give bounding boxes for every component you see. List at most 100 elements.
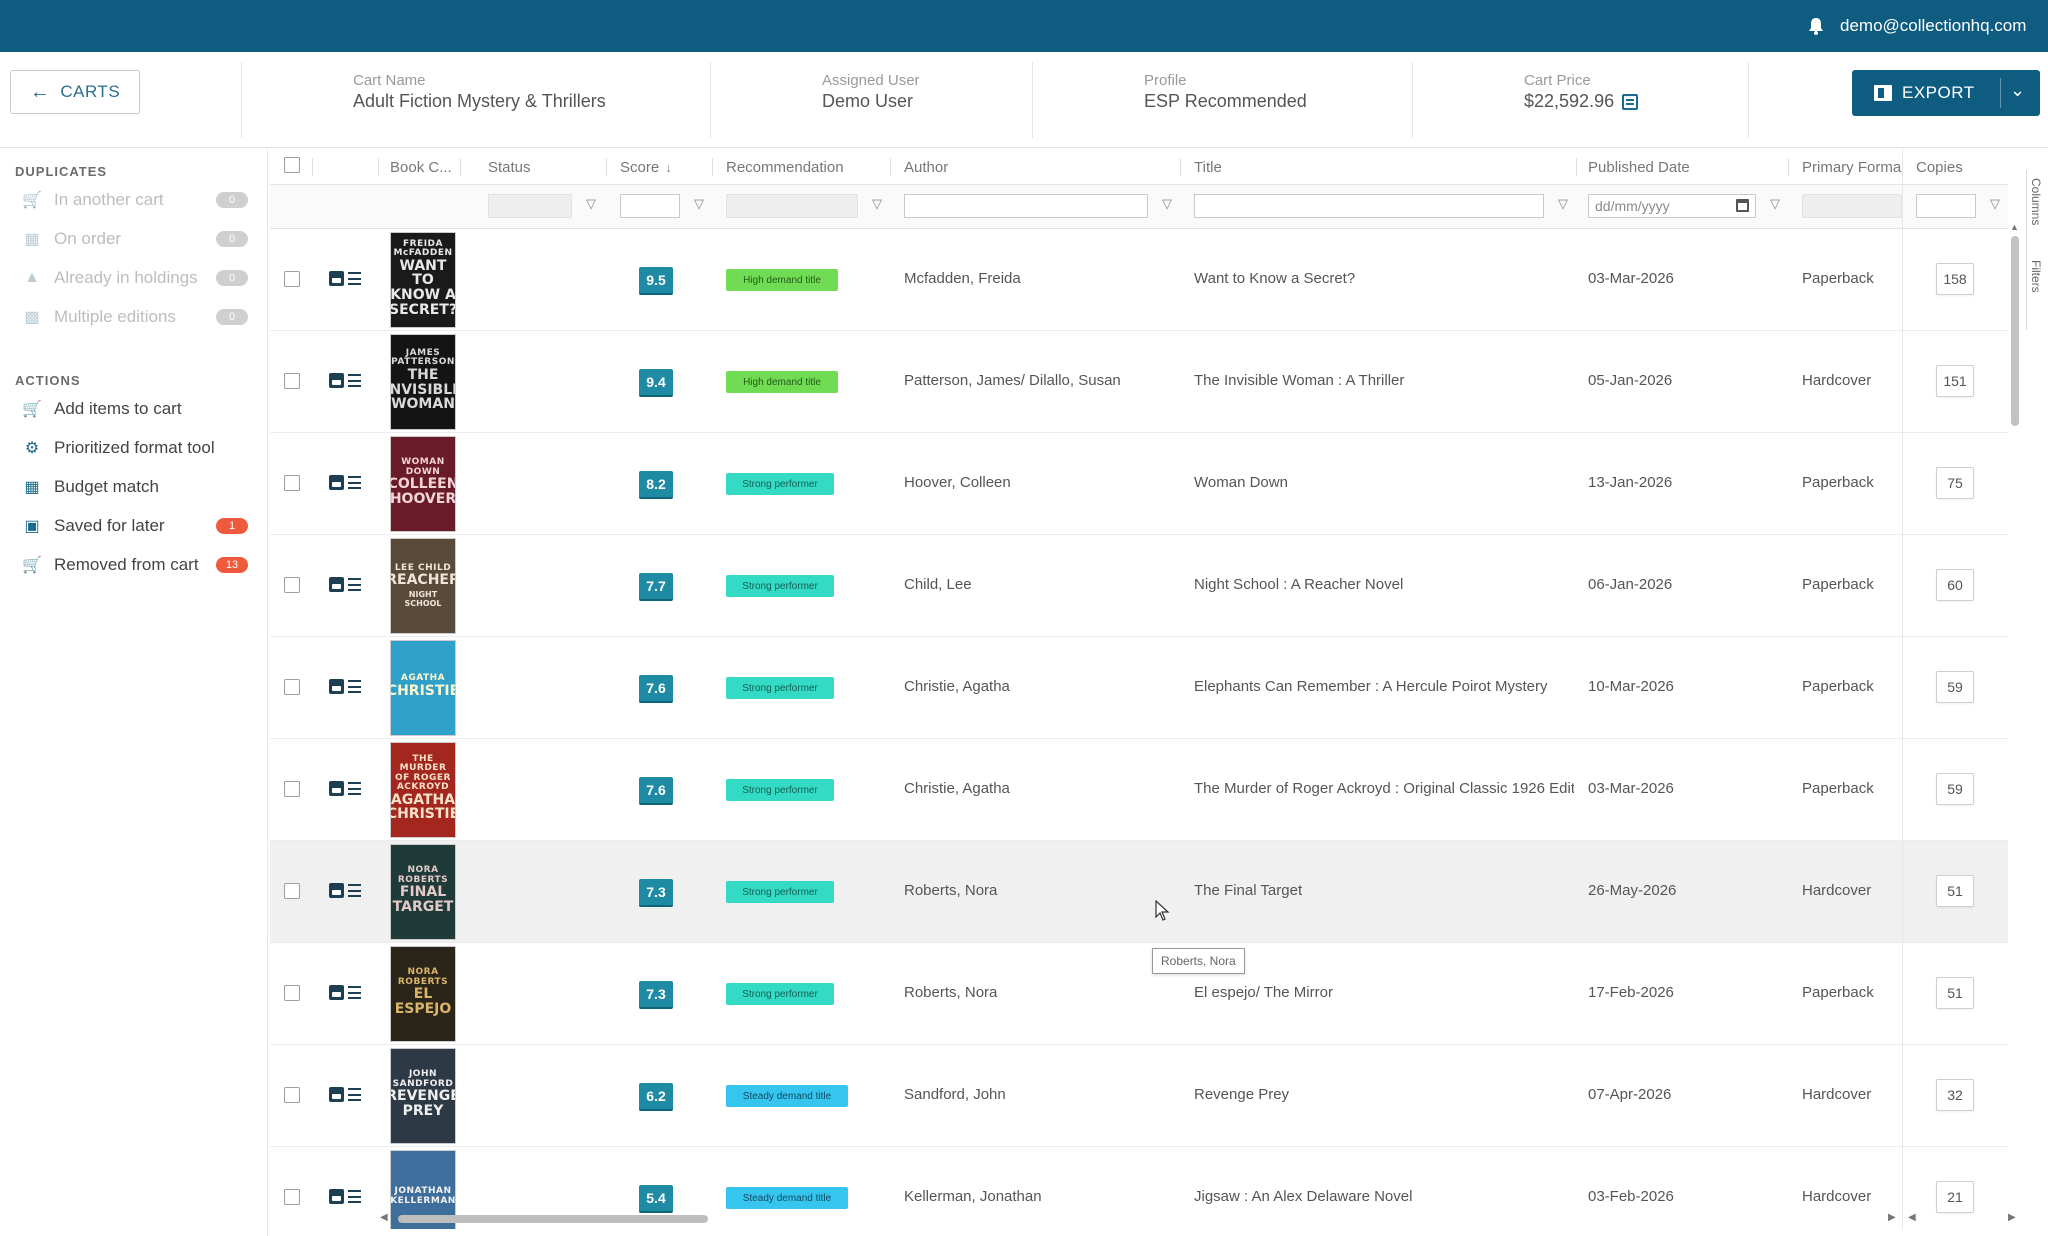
score-filter-input[interactable] xyxy=(620,194,680,218)
sidebar-item-budget-match[interactable]: ▦ Budget match xyxy=(22,472,248,502)
title-cell[interactable]: Night School : A Reacher Novel xyxy=(1194,576,1574,593)
copies-input[interactable]: 59 xyxy=(1936,671,1974,703)
row-checkbox[interactable] xyxy=(284,577,300,593)
title-cell[interactable]: Want to Know a Secret? xyxy=(1194,270,1574,287)
scroll-right-arrow-icon[interactable]: ▶ xyxy=(1888,1212,1896,1223)
item-details-icon[interactable] xyxy=(329,474,363,492)
filter-funnel-icon[interactable]: ▽ xyxy=(586,197,600,211)
author-cell[interactable]: Roberts, Nora xyxy=(904,984,1174,1001)
columns-tab[interactable]: Columns xyxy=(2029,178,2043,225)
book-cover[interactable]: FREIDA McFADDEN WANT TO KNOW A SECRET? xyxy=(390,232,456,328)
sidebar-item-on-order[interactable]: ▦ On order 0 xyxy=(22,224,248,254)
sort-descending-icon[interactable]: ↓ xyxy=(665,160,672,175)
copies-input[interactable]: 59 xyxy=(1936,773,1974,805)
chevron-down-icon[interactable]: ⌄ xyxy=(2010,80,2026,101)
author-cell[interactable]: Sandford, John xyxy=(904,1086,1174,1103)
vertical-scrollbar[interactable]: ▲ xyxy=(2008,222,2022,1220)
copies-input[interactable]: 158 xyxy=(1936,263,1974,295)
horizontal-scrollbar[interactable]: ◀ ▶ ◀ ▶ xyxy=(380,1212,2020,1226)
filter-funnel-icon[interactable]: ▽ xyxy=(1162,197,1176,211)
title-cell[interactable]: Elephants Can Remember : A Hercule Poiro… xyxy=(1194,678,1574,695)
user-email[interactable]: demo@collectionhq.com xyxy=(1840,16,2026,36)
bell-icon[interactable] xyxy=(1806,16,1826,36)
export-button[interactable]: EXPORT ⌄ xyxy=(1852,70,2040,116)
scroll-left-arrow-icon[interactable]: ◀ xyxy=(380,1212,388,1223)
vertical-scroll-thumb[interactable] xyxy=(2011,236,2019,426)
copies-filter-input[interactable] xyxy=(1916,194,1976,218)
author-cell[interactable]: Mcfadden, Freida xyxy=(904,270,1174,287)
copies-input[interactable]: 51 xyxy=(1936,875,1974,907)
row-checkbox[interactable] xyxy=(284,1189,300,1205)
title-cell[interactable]: El espejo/ The Mirror xyxy=(1194,984,1574,1001)
table-row[interactable]: LEE CHILD REACHER NIGHT SCHOOL 7.7 Stron… xyxy=(270,535,2008,637)
back-to-carts-button[interactable]: ← CARTS xyxy=(10,70,140,114)
sidebar-item-removed-from-cart[interactable]: 🛒 Removed from cart 13 xyxy=(22,550,248,580)
published-date-filter-input[interactable]: dd/mm/yyyy xyxy=(1588,194,1756,218)
copies-input[interactable]: 151 xyxy=(1936,365,1974,397)
author-cell[interactable]: Roberts, Nora xyxy=(904,882,1174,899)
author-cell[interactable]: Christie, Agatha xyxy=(904,678,1174,695)
copies-input[interactable]: 75 xyxy=(1936,467,1974,499)
select-all-checkbox[interactable] xyxy=(284,157,300,173)
row-checkbox[interactable] xyxy=(284,883,300,899)
author-cell[interactable]: Christie, Agatha xyxy=(904,780,1174,797)
title-cell[interactable]: The Invisible Woman : A Thriller xyxy=(1194,372,1574,389)
column-header-status[interactable]: Status xyxy=(488,149,578,185)
book-cover[interactable]: THE MURDER OF ROGER ACKROYD AGATHA CHRIS… xyxy=(390,742,456,838)
row-checkbox[interactable] xyxy=(284,679,300,695)
row-checkbox[interactable] xyxy=(284,475,300,491)
item-details-icon[interactable] xyxy=(329,984,363,1002)
table-row[interactable]: JOHN SANDFORD REVENGE PREY 6.2 Steady de… xyxy=(270,1045,2008,1147)
book-cover[interactable]: LEE CHILD REACHER NIGHT SCHOOL xyxy=(390,538,456,634)
filter-funnel-icon[interactable]: ▽ xyxy=(1990,197,2004,211)
column-header-title[interactable]: Title xyxy=(1194,149,1344,185)
author-cell[interactable]: Child, Lee xyxy=(904,576,1174,593)
title-cell[interactable]: The Final Target xyxy=(1194,882,1574,899)
filter-funnel-icon[interactable]: ▽ xyxy=(1770,197,1784,211)
item-details-icon[interactable] xyxy=(329,1086,363,1104)
author-cell[interactable]: Patterson, James/ Dilallo, Susan xyxy=(904,372,1174,389)
table-row[interactable]: FREIDA McFADDEN WANT TO KNOW A SECRET? 9… xyxy=(270,229,2008,331)
item-details-icon[interactable] xyxy=(329,270,363,288)
row-checkbox[interactable] xyxy=(284,985,300,1001)
book-cover[interactable]: WOMAN DOWN COLLEEN HOOVER xyxy=(390,436,456,532)
sidebar-item-already-in-holdings[interactable]: ▲ Already in holdings 0 xyxy=(22,263,248,293)
table-row[interactable]: THE MURDER OF ROGER ACKROYD AGATHA CHRIS… xyxy=(270,739,2008,841)
sidebar-item-in-another-cart[interactable]: 🛒 In another cart 0 xyxy=(22,185,248,215)
copies-input[interactable]: 32 xyxy=(1936,1079,1974,1111)
item-details-icon[interactable] xyxy=(329,1188,363,1206)
copies-input[interactable]: 51 xyxy=(1936,977,1974,1009)
book-cover[interactable]: JOHN SANDFORD REVENGE PREY xyxy=(390,1048,456,1144)
column-header-book-cover[interactable]: Book C... xyxy=(390,149,454,185)
book-cover[interactable]: NORA ROBERTS EL ESPEJO xyxy=(390,946,456,1042)
sidebar-item-add-items[interactable]: 🛒 Add items to cart xyxy=(22,394,248,424)
scroll-left-arrow-icon[interactable]: ◀ xyxy=(1908,1212,1916,1223)
table-row[interactable]: NORA ROBERTS EL ESPEJO 7.3 Strong perfor… xyxy=(270,943,2008,1045)
title-filter-input[interactable] xyxy=(1194,194,1544,218)
column-header-score[interactable]: Score ↓ xyxy=(620,149,700,185)
calendar-icon[interactable] xyxy=(1736,199,1749,212)
sidebar-item-prioritized-format-tool[interactable]: ⚙ Prioritized format tool xyxy=(22,433,248,463)
author-filter-input[interactable] xyxy=(904,194,1148,218)
copies-input[interactable]: 21 xyxy=(1936,1181,1974,1213)
table-row[interactable]: NORA ROBERTS FINAL TARGET 7.3 Strong per… xyxy=(270,841,2008,943)
budget-details-icon[interactable] xyxy=(1622,93,1639,110)
author-cell[interactable]: Kellerman, Jonathan xyxy=(904,1188,1174,1205)
title-cell[interactable]: Revenge Prey xyxy=(1194,1086,1574,1103)
item-details-icon[interactable] xyxy=(329,678,363,696)
horizontal-scroll-thumb[interactable] xyxy=(398,1215,708,1223)
item-details-icon[interactable] xyxy=(329,576,363,594)
filter-funnel-icon[interactable]: ▽ xyxy=(872,197,886,211)
row-checkbox[interactable] xyxy=(284,271,300,287)
filters-tab[interactable]: Filters xyxy=(2029,260,2043,293)
sidebar-item-saved-for-later[interactable]: ▣ Saved for later 1 xyxy=(22,511,248,541)
book-cover[interactable]: NORA ROBERTS FINAL TARGET xyxy=(390,844,456,940)
column-header-copies[interactable]: Copies xyxy=(1916,149,1996,185)
row-checkbox[interactable] xyxy=(284,781,300,797)
column-header-published-date[interactable]: Published Date xyxy=(1588,149,1738,185)
scroll-up-arrow-icon[interactable]: ▲ xyxy=(2010,222,2019,232)
title-cell[interactable]: The Murder of Roger Ackroyd : Original C… xyxy=(1194,780,1574,797)
filter-funnel-icon[interactable]: ▽ xyxy=(694,197,708,211)
column-header-recommendation[interactable]: Recommendation xyxy=(726,149,876,185)
item-details-icon[interactable] xyxy=(329,372,363,390)
